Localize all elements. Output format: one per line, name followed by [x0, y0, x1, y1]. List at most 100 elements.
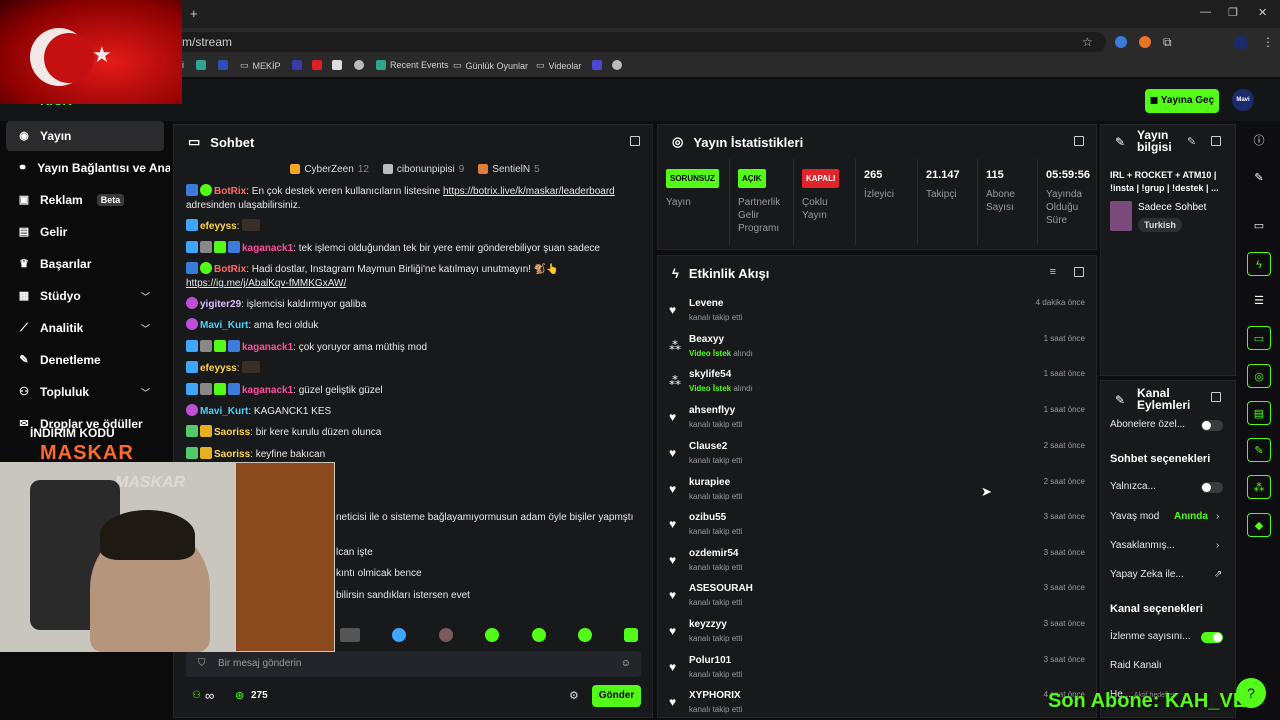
- profile-avatar[interactable]: [1234, 36, 1248, 50]
- activity-item[interactable]: ♥ ozibu55 kanalı takip etti 3 saat önce: [667, 512, 1087, 546]
- sidebar-item-stream-key[interactable]: ⚭Yayın Bağlantısı ve Anahtarı: [0, 153, 170, 183]
- chat-username[interactable]: Mavi_Kurt: [200, 406, 248, 417]
- chat-link[interactable]: https://botrix.live/k/maskar/leaderboard: [443, 186, 615, 197]
- activity-item[interactable]: ♥ ASESOURAH kanalı takip etti 3 saat önce: [667, 583, 1087, 617]
- activity-item[interactable]: ♥ Polur101 kanalı takip etti 3 saat önce: [667, 655, 1087, 689]
- emote-icon[interactable]: [439, 628, 453, 642]
- bookmark-folder[interactable]: ▭ Günlük Oyunlar: [453, 60, 528, 71]
- sidebar-item-studio[interactable]: ▦ Stüdyo ﹀: [0, 281, 170, 311]
- expand-icon[interactable]: [1074, 136, 1084, 146]
- list-icon[interactable]: ☰: [1247, 289, 1271, 313]
- gear-icon[interactable]: ⚙: [569, 689, 579, 702]
- expand-icon[interactable]: [630, 136, 640, 146]
- category-name[interactable]: Sadece Sohbet: [1138, 202, 1206, 213]
- youtube-bookmark[interactable]: [312, 60, 322, 70]
- bookmark-item[interactable]: [612, 60, 622, 70]
- support-chat-icon[interactable]: ?: [1236, 678, 1266, 708]
- send-button[interactable]: Gönder: [592, 685, 641, 707]
- bookmark-folder[interactable]: ▭ Videolar: [536, 60, 581, 71]
- sidebar-item-community[interactable]: ⚇ Topluluk ﹀: [0, 377, 170, 407]
- sidebar-item-revenue[interactable]: ▤ Gelir: [0, 217, 170, 247]
- chat-username[interactable]: Mavi_Kurt: [200, 320, 248, 331]
- sidebar-item-ads[interactable]: ▣ Reklam Beta: [0, 185, 170, 215]
- activity-item[interactable]: ♥ ozdemir54 kanalı takip etti 3 saat önce: [667, 548, 1087, 582]
- emote-icon[interactable]: [532, 628, 546, 642]
- browser-menu-icon[interactable]: ⋮: [1262, 35, 1274, 49]
- lightning-icon[interactable]: ϟ: [1247, 252, 1271, 276]
- emoji-icon[interactable]: ☺: [621, 651, 631, 677]
- maximize-button[interactable]: ❐: [1228, 6, 1238, 19]
- activity-item[interactable]: ⁂ Beaxyy Video İstek alındı 1 saat önce: [667, 334, 1087, 368]
- close-window-button[interactable]: ✕: [1258, 6, 1267, 19]
- heart-emote-icon[interactable]: [392, 628, 406, 642]
- sidebar-item-yayin[interactable]: ◉ Yayın: [6, 121, 164, 151]
- bookmark-item[interactable]: Recent Events: [376, 60, 449, 70]
- go-live-button[interactable]: ◼ Yayına Geç: [1145, 89, 1219, 113]
- activity-item[interactable]: ♥ XYPHORIX kanalı takip etti 4 saat önce: [667, 690, 1087, 716]
- emote-icon[interactable]: [624, 628, 638, 642]
- emote-icon[interactable]: [578, 628, 592, 642]
- gifter-item[interactable]: cibonunpipisi 9: [382, 159, 464, 179]
- emote-icon[interactable]: [340, 628, 360, 642]
- banned-row[interactable]: Yasaklanmış... ›: [1110, 540, 1219, 551]
- bookmark-star-icon[interactable]: ☆: [1082, 35, 1093, 49]
- expand-icon[interactable]: [1074, 267, 1084, 277]
- bookmark-item[interactable]: [292, 60, 302, 70]
- bookmark-item[interactable]: [354, 60, 364, 70]
- chat-username[interactable]: efeyyss: [200, 221, 237, 232]
- subs-only-toggle[interactable]: [1201, 420, 1223, 431]
- chat-username[interactable]: kaganack1: [242, 342, 293, 353]
- slow-mode-row[interactable]: Yavaş mod Anında ›: [1110, 511, 1219, 522]
- user-avatar[interactable]: Mavi: [1232, 89, 1254, 111]
- chat-username[interactable]: BotRix: [214, 186, 246, 197]
- stats-icon[interactable]: ▤: [1247, 401, 1271, 425]
- activity-item[interactable]: ♥ Clause2 kanalı takip etti 2 saat önce: [667, 441, 1087, 475]
- minimize-button[interactable]: —: [1200, 6, 1211, 18]
- expand-icon[interactable]: [1211, 392, 1221, 402]
- chat-username[interactable]: kaganack1: [242, 385, 293, 396]
- bookmark-item[interactable]: [196, 60, 206, 70]
- ai-mod-row[interactable]: Yapay Zeka ile... ⇗: [1110, 569, 1222, 580]
- activity-item[interactable]: ♥ kurapiee kanalı takip etti 2 saat önce: [667, 477, 1087, 511]
- edit-icon[interactable]: ✎: [1247, 166, 1271, 190]
- target-icon[interactable]: ◎: [1247, 364, 1271, 388]
- view-count-toggle[interactable]: [1201, 632, 1223, 643]
- chat-icon[interactable]: ▭: [1247, 326, 1271, 350]
- expand-icon[interactable]: [1211, 136, 1221, 146]
- extension-icon[interactable]: [1115, 36, 1127, 48]
- gift-icon[interactable]: ◆: [1247, 513, 1271, 537]
- bookmark-item[interactable]: [218, 60, 228, 70]
- chat-username[interactable]: BotRix: [214, 264, 246, 275]
- bookmark-item[interactable]: [332, 60, 342, 70]
- info-icon[interactable]: ⓘ: [1247, 129, 1271, 153]
- tag-badge[interactable]: Turkish: [1138, 218, 1182, 232]
- chat-input[interactable]: ⛉ Bir mesaj gönderin ☺: [186, 651, 641, 677]
- points-icon[interactable]: ⁂: [1247, 475, 1271, 499]
- extension-icon[interactable]: [1139, 36, 1151, 48]
- emote-icon[interactable]: [485, 628, 499, 642]
- activity-item[interactable]: ♥ Levene kanalı takip etti 4 dakika önce: [667, 298, 1087, 332]
- bookmark-folder[interactable]: ▭ MEKİP: [240, 60, 281, 71]
- chat-username[interactable]: kaganack1: [242, 243, 293, 254]
- monitor-icon[interactable]: ▭: [1247, 214, 1271, 238]
- filter-icon[interactable]: ≡: [1050, 266, 1056, 278]
- gifter-item[interactable]: CyberZeen 12: [290, 159, 369, 179]
- new-tab-button[interactable]: +: [190, 6, 198, 21]
- only-toggle[interactable]: [1201, 482, 1223, 493]
- category-thumbnail[interactable]: [1110, 201, 1132, 231]
- activity-item[interactable]: ♥ keyzzyy kanalı takip etti 3 saat önce: [667, 619, 1087, 653]
- chat-username[interactable]: Saoriss: [214, 449, 250, 460]
- chat-link[interactable]: https://ig.me/j/AbalKqv-fMMKGxAW/: [186, 278, 346, 289]
- raid-channel-row[interactable]: Raid Kanalı: [1110, 660, 1162, 671]
- activity-item[interactable]: ♥ ahsenflyy kanalı takip etti 1 saat önce: [667, 405, 1087, 439]
- activity-item[interactable]: ⁂ skylife54 Video İstek alındı 1 saat önce: [667, 369, 1087, 403]
- wrench-icon[interactable]: ✎: [1247, 438, 1271, 462]
- sidebar-item-moderation[interactable]: ✎ Denetleme: [0, 345, 170, 375]
- bookmark-item[interactable]: [592, 60, 602, 70]
- chat-username[interactable]: yigiter29: [200, 299, 241, 310]
- extensions-puzzle-icon[interactable]: ⧉: [1163, 35, 1172, 50]
- sidebar-item-analytics[interactable]: ⟋ Analitik ﹀: [0, 313, 170, 343]
- chat-username[interactable]: efeyyss: [200, 363, 237, 374]
- url-input[interactable]: m/stream: [176, 32, 1106, 52]
- chat-username[interactable]: Saoriss: [214, 427, 250, 438]
